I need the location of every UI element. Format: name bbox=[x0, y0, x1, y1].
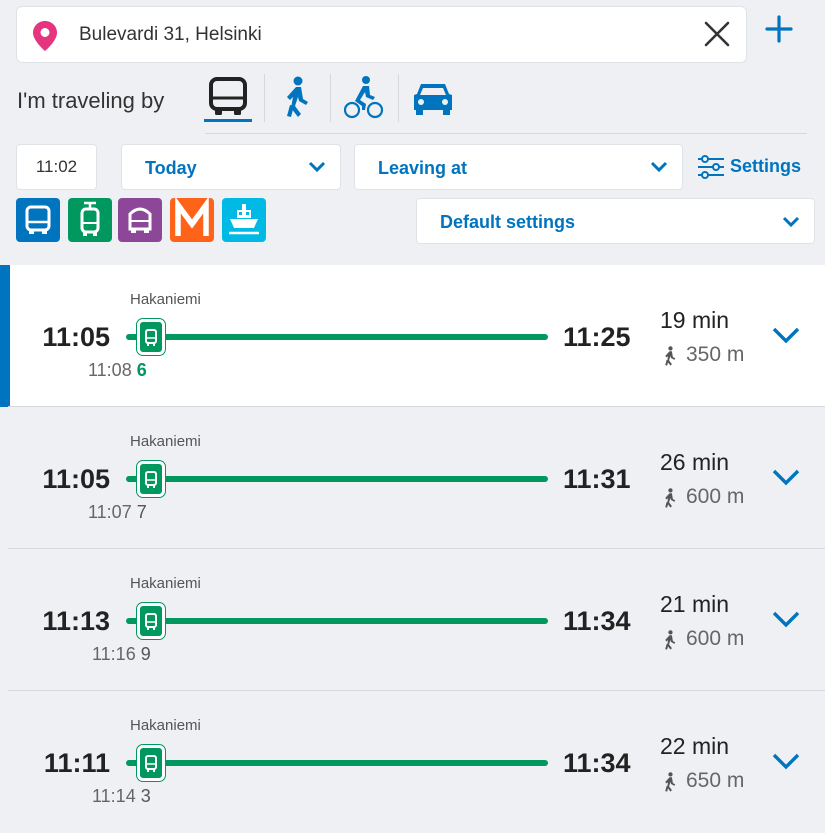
arrival-time: 11:25 bbox=[563, 322, 631, 352]
add-via-point-button[interactable] bbox=[764, 14, 794, 44]
traveling-by-label: I'm traveling by bbox=[17, 88, 165, 113]
location-pin-icon bbox=[33, 21, 57, 51]
departure-time: 11:11 bbox=[43, 748, 110, 778]
walk-icon bbox=[665, 346, 676, 366]
walk-icon bbox=[287, 76, 308, 117]
chevron-down-icon[interactable] bbox=[771, 751, 801, 771]
mode-toggle-tram[interactable] bbox=[68, 198, 112, 242]
stop-departure: 11:14 3 bbox=[92, 786, 151, 807]
departure-mode-select[interactable]: Leaving at bbox=[354, 144, 683, 190]
date-select[interactable]: Today bbox=[121, 144, 341, 190]
chevron-down-icon bbox=[782, 216, 800, 228]
chevron-down-icon[interactable] bbox=[771, 467, 801, 487]
mode-walk-tab[interactable] bbox=[282, 76, 312, 122]
departure-time: 11:05 bbox=[42, 464, 110, 494]
tram-chip bbox=[137, 319, 165, 355]
stop-departure: 11:08 6 bbox=[88, 360, 147, 381]
stop-time: 11:14 bbox=[92, 786, 136, 806]
boarding-stop: Hakaniemi bbox=[130, 433, 201, 450]
stop-time: 11:08 bbox=[88, 360, 132, 380]
ferry-icon bbox=[229, 204, 259, 235]
duration: 21 min bbox=[660, 591, 730, 617]
route-number: 7 bbox=[136, 502, 147, 522]
mode-toggle-train[interactable] bbox=[118, 198, 162, 242]
route-bar bbox=[126, 618, 548, 624]
car-icon bbox=[414, 84, 452, 115]
address-text: Bulevardi 31, Helsinki bbox=[79, 24, 262, 45]
walk-distance-value: 600 m bbox=[686, 485, 745, 508]
tram-icon bbox=[80, 201, 100, 236]
close-icon[interactable] bbox=[702, 19, 732, 49]
walk-icon bbox=[665, 630, 676, 650]
chevron-down-icon bbox=[308, 161, 326, 173]
mode-toggle-metro[interactable] bbox=[170, 198, 214, 242]
tram-icon bbox=[145, 329, 157, 346]
arrival-time: 11:34 bbox=[563, 748, 631, 778]
duration: 19 min bbox=[660, 307, 730, 333]
chevron-down-icon[interactable] bbox=[771, 609, 801, 629]
mode-toggle-bus[interactable] bbox=[16, 198, 60, 242]
mode-toggle-ferry[interactable] bbox=[222, 198, 266, 242]
boarding-stop: Hakaniemi bbox=[130, 291, 201, 308]
date-select-value: Today bbox=[145, 158, 197, 178]
departure-time: 11:05 bbox=[42, 322, 110, 352]
stop-departure: 11:16 9 bbox=[92, 644, 151, 665]
selected-indicator bbox=[0, 265, 10, 407]
mode-divider bbox=[264, 74, 265, 122]
itinerary-row[interactable]: Hakaniemi 11:05 11:07 7 11:31 26 min 600… bbox=[0, 407, 825, 549]
settings-preset-select[interactable]: Default settings bbox=[416, 198, 815, 244]
tram-icon bbox=[145, 471, 157, 488]
chevron-down-icon bbox=[650, 161, 668, 173]
route-bar bbox=[126, 334, 548, 340]
stop-time: 11:16 bbox=[92, 644, 136, 664]
train-icon bbox=[128, 207, 152, 233]
mode-divider bbox=[330, 74, 331, 122]
sliders-icon bbox=[698, 155, 724, 179]
metro-icon bbox=[175, 198, 209, 236]
stop-time: 11:07 bbox=[88, 502, 132, 522]
search-panel: Bulevardi 31, Helsinki I'm traveling by … bbox=[0, 0, 825, 265]
mode-divider bbox=[398, 74, 399, 122]
walk-distance-value: 600 m bbox=[686, 627, 745, 650]
bus-icon bbox=[25, 205, 51, 234]
mode-bike-tab[interactable] bbox=[344, 76, 384, 122]
tram-icon bbox=[145, 755, 157, 772]
itinerary-row[interactable]: Hakaniemi 11:05 11:08 6 11:25 19 min 350… bbox=[0, 265, 825, 407]
bus-icon bbox=[209, 77, 247, 115]
itinerary-row[interactable]: Hakaniemi 11:11 11:14 3 11:34 22 min 650… bbox=[0, 691, 825, 833]
itinerary-row[interactable]: Hakaniemi 11:13 11:16 9 11:34 21 min 600… bbox=[0, 549, 825, 691]
duration: 26 min bbox=[660, 449, 730, 475]
departure-mode-value: Leaving at bbox=[378, 158, 468, 178]
arrival-time: 11:34 bbox=[563, 606, 631, 636]
walk-icon bbox=[665, 488, 676, 508]
time-input[interactable]: 11:02 bbox=[16, 144, 97, 190]
mode-bus-tab[interactable] bbox=[204, 76, 252, 122]
bike-icon bbox=[344, 76, 384, 119]
route-number: 3 bbox=[140, 786, 151, 806]
tram-chip bbox=[137, 461, 165, 497]
route-bar bbox=[126, 760, 548, 766]
stop-departure: 11:07 7 bbox=[88, 502, 147, 523]
route-number: 6 bbox=[136, 360, 147, 380]
duration: 22 min bbox=[660, 733, 730, 759]
tram-chip bbox=[137, 603, 165, 639]
departure-time: 11:13 bbox=[42, 606, 110, 636]
arrival-time: 11:31 bbox=[563, 464, 631, 494]
walk-distance-value: 650 m bbox=[686, 769, 745, 792]
chevron-down-icon[interactable] bbox=[771, 325, 801, 345]
tram-icon bbox=[145, 613, 157, 630]
settings-preset-value: Default settings bbox=[440, 212, 576, 232]
tram-chip bbox=[137, 745, 165, 781]
route-bar bbox=[126, 476, 548, 482]
address-field[interactable]: Bulevardi 31, Helsinki bbox=[16, 6, 747, 63]
section-divider bbox=[205, 133, 807, 134]
boarding-stop: Hakaniemi bbox=[130, 717, 201, 734]
walk-distance-value: 350 m bbox=[686, 343, 745, 366]
mode-car-tab[interactable] bbox=[412, 76, 454, 122]
route-number: 9 bbox=[140, 644, 151, 664]
walk-icon bbox=[665, 772, 676, 792]
settings-label: Settings bbox=[730, 156, 802, 176]
boarding-stop: Hakaniemi bbox=[130, 575, 201, 592]
